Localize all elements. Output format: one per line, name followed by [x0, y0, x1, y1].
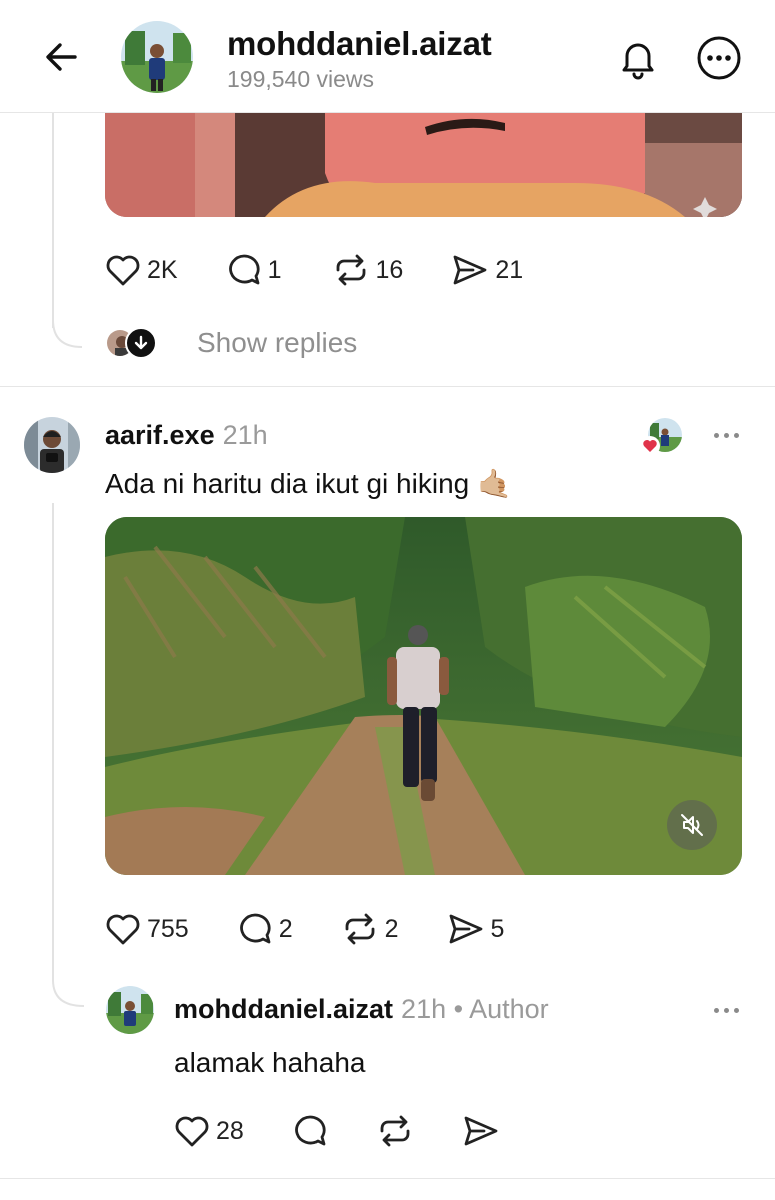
repost-button[interactable]: 2	[341, 912, 399, 946]
reply-time: 21h	[401, 994, 447, 1024]
call-me-hand-emoji: 🤙🏼	[477, 468, 512, 499]
thread-line	[52, 113, 54, 328]
comment-header: aarif.exe 21h	[105, 420, 268, 451]
comment-icon	[239, 913, 271, 944]
comment-actions: 755 2 2 5	[105, 912, 504, 946]
post-actions: 2K 1 16 21	[105, 253, 523, 287]
show-replies-label: Show replies	[197, 327, 358, 358]
bell-icon	[622, 43, 654, 80]
speaker-muted-icon	[681, 814, 703, 836]
like-count: 2K	[147, 255, 178, 284]
comment-count: 2	[278, 914, 293, 943]
like-button[interactable]: 755	[105, 912, 189, 946]
comment-avatar[interactable]	[24, 417, 80, 473]
send-icon	[449, 914, 482, 944]
reply-header: mohddaniel.aizat 21h • Author	[174, 994, 549, 1025]
arrow-down-badge	[125, 327, 157, 359]
comment-button[interactable]: 1	[226, 253, 282, 287]
like-button[interactable]: 28	[174, 1114, 244, 1148]
heart-icon	[106, 255, 140, 286]
reply-text: alamak hahaha	[174, 1047, 366, 1078]
section-divider	[0, 386, 775, 387]
reply-actions: 28	[174, 1114, 500, 1148]
send-icon	[453, 255, 487, 285]
arrow-down-icon	[134, 335, 148, 350]
like-count: 755	[147, 914, 189, 943]
repost-icon	[380, 1115, 410, 1147]
show-replies-button[interactable]: Show replies	[105, 325, 357, 361]
share-count: 21	[495, 255, 524, 284]
share-button[interactable]: 5	[447, 912, 505, 946]
comment-icon	[228, 254, 260, 285]
heart-icon	[175, 1116, 209, 1147]
profile-avatar[interactable]	[121, 21, 193, 93]
arrow-left-icon	[46, 43, 77, 71]
repost-count: 16	[375, 255, 404, 284]
view-count: 199,540 views	[227, 66, 375, 92]
thread-connector	[52, 300, 83, 348]
section-divider	[0, 1178, 775, 1179]
comment-button[interactable]: 2	[237, 912, 293, 946]
comment-count: 1	[267, 255, 282, 284]
comment-text: Ada ni haritu dia ikut gi hiking 🤙🏼	[105, 468, 512, 499]
comment-button[interactable]	[292, 1114, 328, 1148]
comment-time: 21h	[222, 420, 268, 450]
author-badge: • Author	[453, 994, 549, 1024]
repost-button[interactable]: 16	[332, 253, 404, 287]
post-image[interactable]	[105, 113, 742, 217]
comment-username[interactable]: aarif.exe	[105, 420, 215, 450]
top-bar: mohddaniel.aizat 199,540 views	[0, 0, 775, 113]
reply-username[interactable]: mohddaniel.aizat	[174, 994, 393, 1024]
share-button[interactable]: 21	[451, 253, 523, 287]
comment-icon	[294, 1115, 326, 1146]
send-icon	[464, 1116, 498, 1146]
repost-count: 2	[384, 914, 399, 943]
more-options-button[interactable]	[695, 34, 743, 82]
reply-author-avatar[interactable]	[106, 986, 154, 1034]
thread-connector	[52, 960, 85, 1007]
back-button[interactable]	[38, 34, 84, 80]
share-count: 5	[490, 914, 505, 943]
comment-more-button[interactable]	[706, 423, 746, 447]
repost-icon	[336, 254, 365, 286]
notifications-button[interactable]	[614, 34, 662, 82]
comment-video[interactable]	[105, 517, 742, 875]
profile-username[interactable]: mohddaniel.aizat	[227, 25, 492, 63]
repost-button[interactable]	[376, 1114, 414, 1148]
mute-button[interactable]	[667, 800, 717, 850]
like-count: 28	[216, 1116, 244, 1145]
heart-icon	[106, 914, 140, 945]
ellipsis-circle-icon	[697, 36, 741, 80]
heart-badge-icon	[640, 436, 660, 456]
repost-icon	[345, 913, 375, 945]
like-button[interactable]: 2K	[105, 253, 178, 287]
share-button[interactable]	[462, 1114, 500, 1148]
reply-more-button[interactable]	[706, 998, 746, 1022]
thread-line	[52, 503, 54, 973]
